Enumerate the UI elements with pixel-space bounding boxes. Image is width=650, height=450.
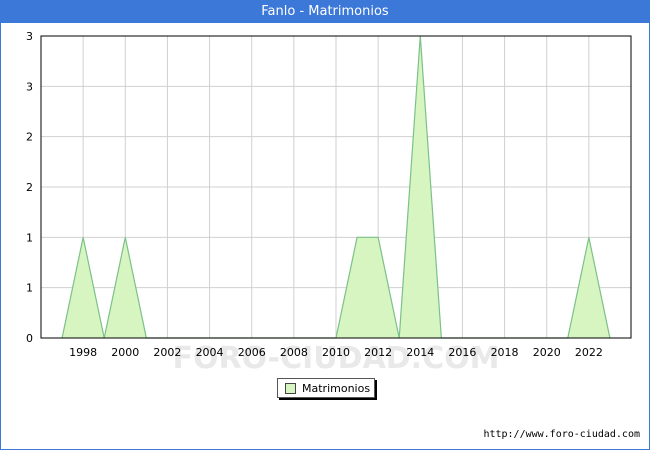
- x-tick-label: 2000: [111, 346, 139, 359]
- x-tick-label: 2018: [491, 346, 519, 359]
- y-tick-label: 3: [26, 80, 33, 93]
- x-tick-label: 2014: [406, 346, 434, 359]
- x-tick-label: 2002: [153, 346, 181, 359]
- x-tick-label: 2006: [238, 346, 266, 359]
- y-tick-label: 1: [26, 282, 33, 295]
- chart-window: FORO-CIUDAD.COM 0 1 1 2 2 3 3 1998 2000 2002 2004 20…: [0, 0, 650, 450]
- y-tick-label: 0: [26, 332, 33, 345]
- x-tick-label: 2010: [322, 346, 350, 359]
- x-tick-label: 2020: [533, 346, 561, 359]
- x-tick-label: 2022: [575, 346, 603, 359]
- legend-swatch: [285, 382, 296, 394]
- legend: Matrimonios: [277, 378, 375, 398]
- y-tick-label: 2: [26, 181, 33, 194]
- x-tick-label: 2012: [364, 346, 392, 359]
- x-tick-label: 2008: [280, 346, 308, 359]
- y-tick-label: 2: [26, 131, 33, 144]
- y-tick-label: 1: [26, 231, 33, 244]
- legend-label: Matrimonios: [302, 381, 371, 395]
- x-tick-label: 2016: [448, 346, 476, 359]
- x-tick-label: 1998: [69, 346, 97, 359]
- y-tick-label: 3: [26, 30, 33, 43]
- chart-title: Fanlo - Matrimonios: [1, 1, 649, 23]
- x-tick-label: 2004: [196, 346, 224, 359]
- source-link[interactable]: http://www.foro-ciudad.com: [483, 429, 640, 440]
